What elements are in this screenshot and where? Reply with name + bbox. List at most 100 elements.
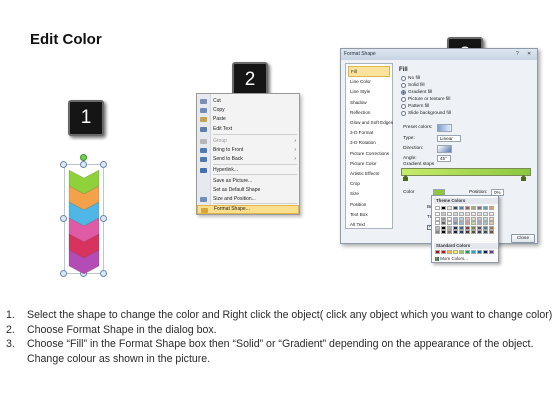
color-swatch[interactable] [489, 206, 494, 210]
close-button[interactable]: Close [511, 234, 535, 243]
color-swatch[interactable] [489, 212, 494, 216]
color-swatch[interactable] [465, 221, 470, 225]
color-swatch[interactable] [465, 206, 470, 210]
color-swatch[interactable] [489, 250, 494, 254]
context-menu-item[interactable]: Cut [197, 97, 299, 106]
color-swatch[interactable] [441, 250, 446, 254]
direction-dropdown[interactable] [437, 145, 452, 153]
color-swatch[interactable] [435, 221, 440, 225]
color-swatch[interactable] [459, 206, 464, 210]
fill-option-radio[interactable] [401, 97, 406, 102]
color-swatch[interactable] [477, 221, 482, 225]
color-swatch[interactable] [471, 212, 476, 216]
nav-item[interactable]: Alt Text [348, 219, 390, 230]
context-menu-item[interactable]: Paste [197, 115, 299, 124]
fill-option-radio[interactable] [401, 90, 406, 95]
color-swatch[interactable] [465, 212, 470, 216]
close-icon[interactable]: ✕ [527, 51, 531, 57]
color-swatch[interactable] [477, 250, 482, 254]
context-menu-item[interactable]: Send to Back › [197, 155, 299, 164]
color-swatch[interactable] [441, 230, 446, 234]
more-colors-link[interactable]: More Colors... [435, 256, 468, 261]
color-swatch[interactable] [483, 206, 488, 210]
color-swatch[interactable] [441, 212, 446, 216]
color-swatch[interactable] [489, 221, 494, 225]
color-swatch[interactable] [459, 212, 464, 216]
color-swatch[interactable] [459, 216, 464, 221]
color-swatch[interactable] [447, 221, 452, 225]
color-swatch[interactable] [471, 206, 476, 210]
fill-option-radio[interactable] [401, 111, 406, 116]
color-swatch[interactable] [489, 225, 494, 230]
color-swatch[interactable] [483, 212, 488, 216]
context-menu-item[interactable]: Set as Default Shape [197, 186, 299, 195]
context-menu-item[interactable]: Bring to Front › [197, 146, 299, 155]
color-swatch[interactable] [435, 230, 440, 234]
color-swatch[interactable] [453, 221, 458, 225]
color-swatch[interactable] [435, 212, 440, 216]
color-swatch[interactable] [477, 206, 482, 210]
chevron-arrow-stack[interactable] [66, 166, 102, 274]
color-swatch[interactable] [441, 206, 446, 210]
color-swatch[interactable] [471, 250, 476, 254]
color-swatch[interactable] [453, 212, 458, 216]
color-swatch[interactable] [471, 216, 476, 221]
type-select[interactable]: Linear [437, 135, 461, 142]
color-swatch[interactable] [441, 221, 446, 225]
color-swatch[interactable] [447, 212, 452, 216]
context-menu-item[interactable]: Format Shape... [197, 205, 299, 214]
color-swatch[interactable] [465, 250, 470, 254]
color-swatch[interactable] [465, 216, 470, 221]
color-swatch[interactable] [453, 250, 458, 254]
gradient-stops-bar[interactable] [401, 168, 531, 176]
fill-option-radio[interactable] [401, 83, 406, 88]
color-swatch[interactable] [435, 225, 440, 230]
color-swatch[interactable] [483, 216, 488, 221]
color-swatch[interactable] [465, 230, 470, 234]
color-swatch[interactable] [465, 225, 470, 230]
color-swatch[interactable] [483, 230, 488, 234]
context-menu-item[interactable]: Edit Text [197, 125, 299, 134]
color-swatch[interactable] [453, 206, 458, 210]
rotation-handle[interactable] [80, 154, 87, 161]
color-swatch[interactable] [471, 221, 476, 225]
color-swatch[interactable] [477, 216, 482, 221]
context-menu-item[interactable]: Save as Picture... [197, 177, 299, 186]
color-swatch[interactable] [471, 230, 476, 234]
color-swatch[interactable] [459, 221, 464, 225]
context-menu-item[interactable]: Copy [197, 106, 299, 115]
color-swatch[interactable] [447, 230, 452, 234]
color-swatch[interactable] [477, 230, 482, 234]
color-swatch[interactable] [447, 206, 452, 210]
fill-option-radio[interactable] [401, 104, 406, 109]
color-swatch[interactable] [453, 225, 458, 230]
help-icon[interactable]: ? [516, 51, 519, 57]
color-swatch[interactable] [459, 225, 464, 230]
angle-field[interactable]: 45° [437, 155, 451, 162]
color-swatch[interactable] [447, 250, 452, 254]
color-swatch[interactable] [459, 250, 464, 254]
color-swatch[interactable] [441, 216, 446, 221]
color-swatch[interactable] [453, 230, 458, 234]
preset-colors-dropdown[interactable] [437, 124, 452, 132]
color-swatch[interactable] [447, 225, 452, 230]
color-swatch[interactable] [435, 206, 440, 210]
theme-shades-column [447, 212, 452, 234]
color-swatch[interactable] [489, 216, 494, 221]
color-swatch[interactable] [477, 225, 482, 230]
color-swatch[interactable] [471, 225, 476, 230]
color-swatch[interactable] [459, 230, 464, 234]
color-swatch[interactable] [435, 216, 440, 221]
fill-option-radio[interactable] [401, 76, 406, 81]
color-swatch[interactable] [435, 250, 440, 254]
color-swatch[interactable] [483, 250, 488, 254]
context-menu-item[interactable]: Group › [197, 137, 299, 146]
color-swatch[interactable] [441, 225, 446, 230]
color-swatch[interactable] [483, 221, 488, 225]
theme-colors-header: Theme Colors [434, 198, 498, 204]
color-swatch[interactable] [453, 216, 458, 221]
color-swatch[interactable] [483, 225, 488, 230]
color-swatch[interactable] [489, 230, 494, 234]
color-swatch[interactable] [477, 212, 482, 216]
color-swatch[interactable] [447, 216, 452, 221]
